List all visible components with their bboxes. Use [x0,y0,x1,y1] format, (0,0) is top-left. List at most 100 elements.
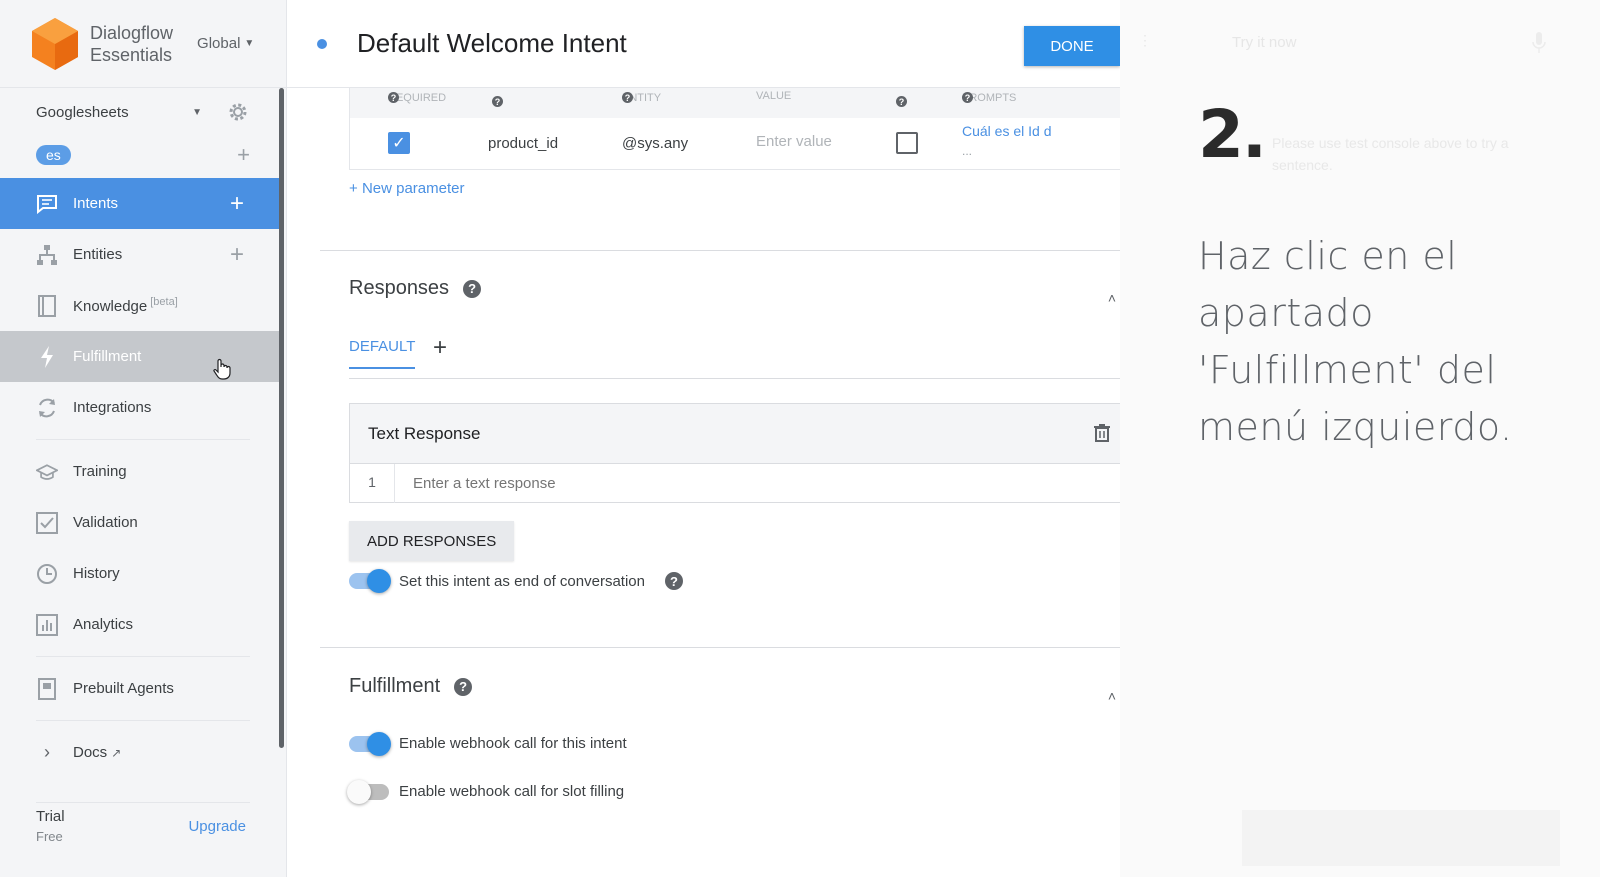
slot-filling-label: Enable webhook call for slot filling [399,783,625,800]
required-checkbox[interactable]: ✓ [388,132,410,154]
sidebar-item-prebuilt-agents[interactable]: Prebuilt Agents [0,663,282,714]
fulfillment-title: Fulfillment [349,675,441,697]
fulfillment-section-title[interactable]: Fulfillment ? [349,675,473,698]
table-row: ✓ product_id @sys.any Enter value Cuál e… [350,118,1120,170]
caret-down-icon: ▼ [244,38,255,49]
response-row-number: 1 [350,464,395,503]
sidebar-item-label: Fulfillment [73,348,142,365]
sidebar-divider [36,720,250,721]
add-intent-icon[interactable]: + [230,190,244,218]
language-row: es + [0,136,286,174]
agent-selector-row: Googlesheets ▼ [0,88,286,136]
product-name-line2: Essentials [90,44,173,65]
intent-header: Default Welcome Intent DONE [287,0,1120,88]
slot-filling-toggle[interactable] [347,779,389,804]
help-icon[interactable]: ? [896,96,907,107]
step-instructions: Haz clic en el apartado 'Fulfillment' de… [1198,228,1588,456]
sidebar-item-label: History [73,565,120,582]
collapse-caret-icon[interactable]: ˄ [1108,688,1116,704]
sidebar-item-label: Knowledge [beta] [73,296,178,315]
intent-editor: Default Welcome Intent DONE REQUIRED ? ?… [287,0,1120,877]
try-it-now-input[interactable]: Try it now [1232,34,1296,51]
language-chip[interactable]: es [36,145,71,165]
knowledge-label: Knowledge [73,298,148,315]
help-icon[interactable]: ? [664,572,683,590]
add-entity-icon[interactable]: + [230,241,244,269]
agent-name[interactable]: Googlesheets [36,104,129,121]
new-parameter-label: New parameter [361,180,465,197]
webhook-toggle[interactable] [349,731,391,756]
agent-dropdown-icon[interactable]: ▼ [192,107,202,118]
sitemap-icon [36,244,58,266]
external-link-icon: ↗ [111,745,122,760]
sidebar-item-label: Training [73,463,127,480]
tab-default[interactable]: DEFAULT [349,338,416,369]
chevron-right-icon: › [44,742,50,762]
end-conversation-row: Set this intent as end of conversation ? [349,569,683,593]
help-icon[interactable]: ? [454,677,473,696]
webhook-row: Enable webhook call for this intent [349,731,627,756]
sidebar-item-docs[interactable]: › Docs ↗ [0,727,282,778]
sidebar-item-intents[interactable]: Intents + [0,178,282,229]
webhook-label: Enable webhook call for this intent [399,735,627,752]
region-label: Global [197,35,241,52]
col-value: VALUE [756,90,792,102]
done-button[interactable]: DONE [1024,26,1120,66]
instruction-line: 'Fulfillment' del [1198,348,1497,392]
intent-title[interactable]: Default Welcome Intent [357,28,627,59]
text-response-input[interactable] [413,475,1013,492]
instruction-line: apartado [1198,291,1374,335]
help-icon[interactable]: ? [622,92,633,103]
toggle-knob [367,569,391,593]
sidebar-item-validation[interactable]: Validation [0,497,282,548]
toggle-knob [347,779,371,804]
sidebar-item-analytics[interactable]: Analytics [0,599,282,650]
sidebar-item-entities[interactable]: Entities + [0,229,282,280]
help-icon[interactable]: ? [388,92,399,103]
trash-icon[interactable] [1094,424,1110,442]
help-icon[interactable]: ? [492,96,503,107]
text-response-header: Text Response [350,404,1120,464]
add-responses-button[interactable]: ADD RESPONSES [349,521,515,561]
is-list-checkbox[interactable] [896,132,918,154]
sidebar-item-integrations[interactable]: Integrations [0,382,282,433]
section-divider [320,250,1120,251]
upgrade-link[interactable]: Upgrade [188,818,246,835]
parameters-table: REQUIRED ? ? ENTITY ? VALUE ? PROMPTS ? … [349,88,1120,170]
gear-icon[interactable] [226,100,250,124]
more-vert-icon[interactable]: ⋮ [1138,32,1152,49]
help-icon[interactable]: ? [962,92,973,103]
sidebar-divider [36,656,250,657]
priority-dot-icon[interactable] [317,38,327,49]
brand-header: Dialogflow Essentials Global ▼ [0,0,286,88]
sidebar-item-knowledge[interactable]: Knowledge [beta] [0,280,282,331]
sidebar-divider [36,439,250,440]
parameter-entity[interactable]: @sys.any [622,135,688,152]
sidebar-item-label: Integrations [73,399,152,416]
end-conversation-toggle[interactable] [349,569,391,593]
add-language-icon[interactable]: + [237,144,250,166]
help-icon[interactable]: ? [463,279,482,298]
dialogflow-logo-icon[interactable] [32,17,78,70]
parameter-name[interactable]: product_id [488,135,558,152]
new-parameter-link[interactable]: + New parameter [349,180,464,197]
microphone-icon[interactable] [1532,32,1546,54]
sidebar-item-label: Analytics [73,616,134,633]
parameter-prompt-link[interactable]: Cuál es el Id d [962,123,1052,139]
sidebar-item-training[interactable]: Training [0,446,282,497]
toggle-knob [367,731,391,756]
sidebar-item-fulfillment[interactable]: Fulfillment [0,331,282,382]
sidebar-item-history[interactable]: History [0,548,282,599]
step-number: 2. [1198,96,1267,173]
chat-icon [36,193,58,215]
parameter-value-input[interactable]: Enter value [756,133,832,150]
add-tab-icon[interactable]: + [433,334,447,362]
trial-info: Trial Free Upgrade [36,808,246,844]
trial-title: Trial [36,808,65,825]
sidebar-scrollbar[interactable] [279,88,284,748]
test-console-hint: Please use test console above to try a s… [1272,135,1509,173]
collapse-caret-icon[interactable]: ˄ [1108,290,1116,306]
check-square-icon [36,511,58,534]
responses-section-title[interactable]: Responses ? [349,277,482,300]
region-selector[interactable]: Global ▼ [197,35,254,52]
